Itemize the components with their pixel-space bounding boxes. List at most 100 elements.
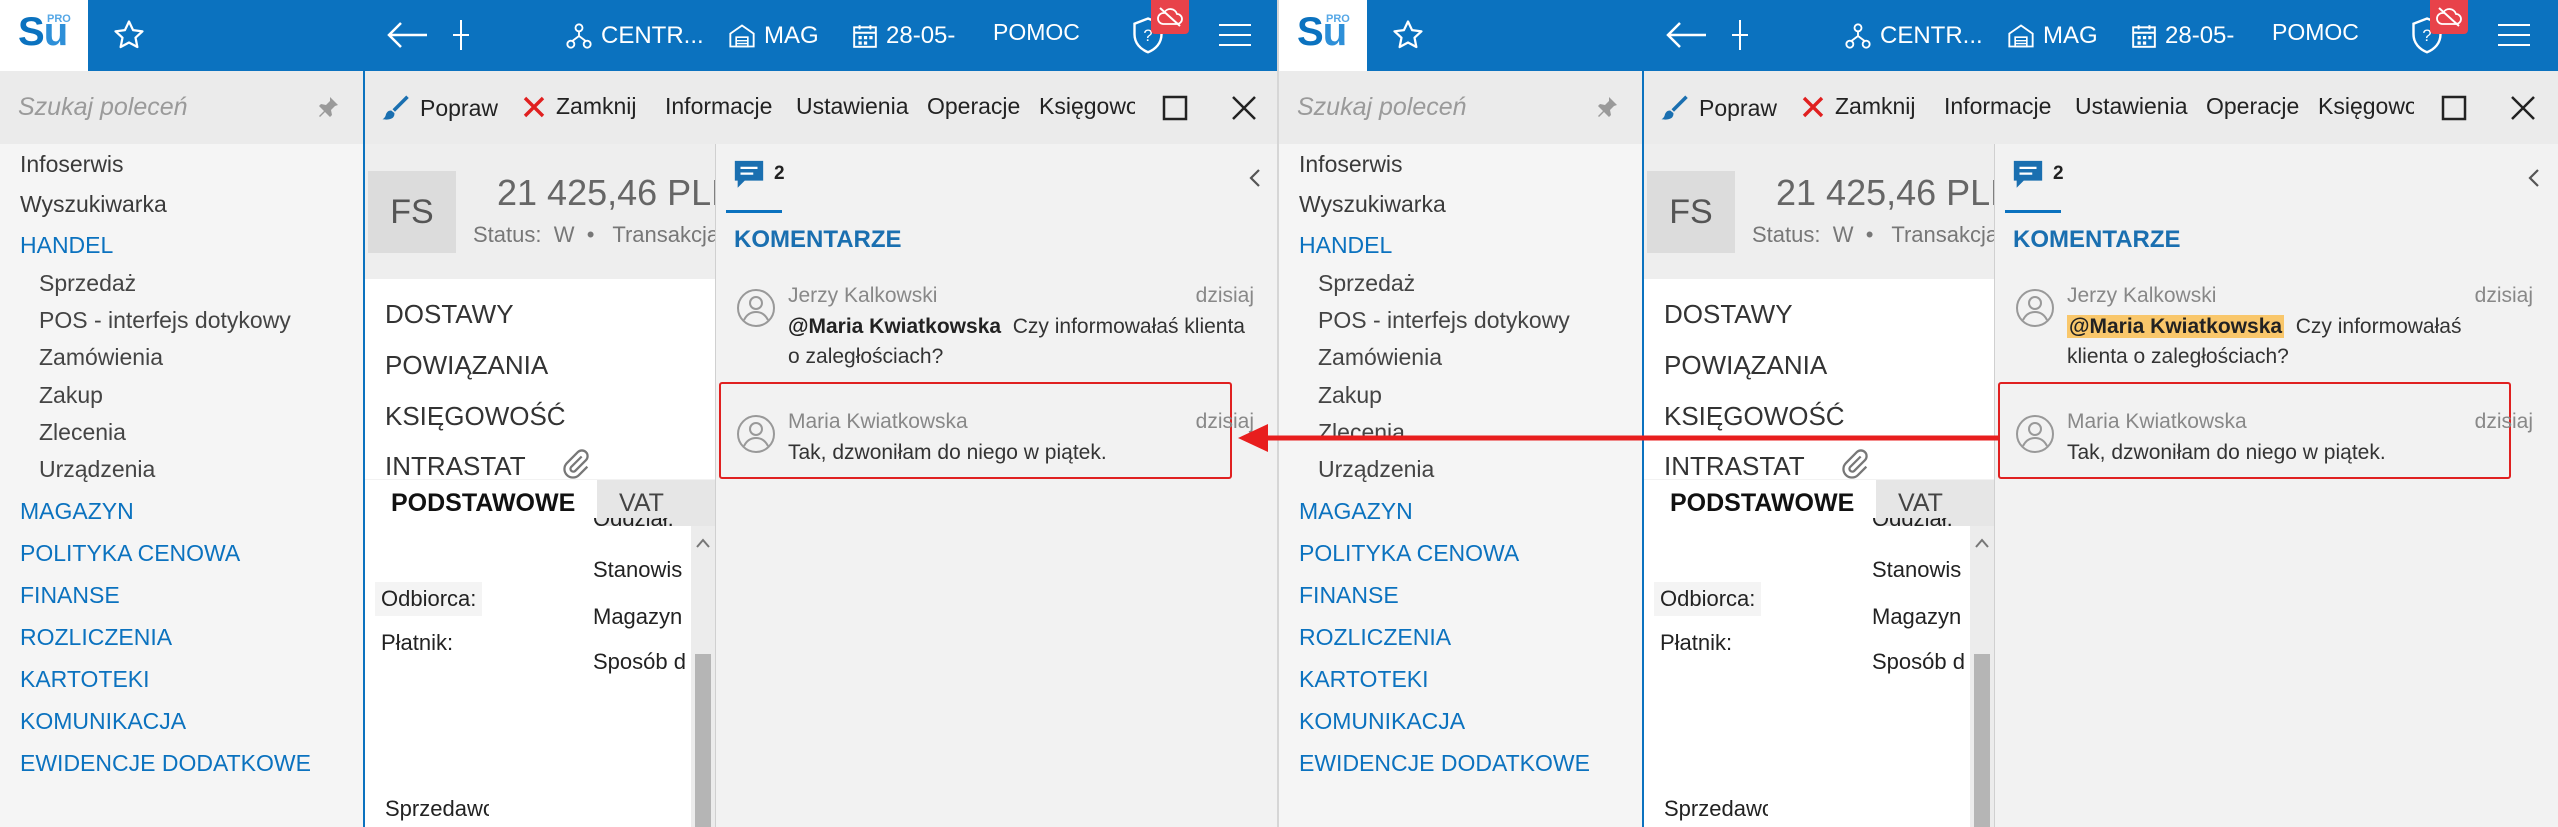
sidebar-item-zlecenia[interactable]: Zlecenia <box>39 419 126 446</box>
sidebar-item-magazyn[interactable]: MAGAZYN <box>1299 498 1413 525</box>
sidebar-item-sprzedaz[interactable]: Sprzedaż <box>1318 270 1415 297</box>
help-button[interactable]: POMOC <box>2272 19 2359 46</box>
section-intrastat[interactable]: INTRASTAT <box>385 451 526 482</box>
user-avatar-icon <box>2016 415 2054 453</box>
comment-mention-highlighted[interactable]: @Maria Kwiatkowska <box>2067 315 2285 338</box>
sidebar-item-pos[interactable]: POS - interfejs dotykowy <box>39 307 291 334</box>
operations-menu[interactable]: Operacje <box>2206 93 2299 120</box>
collapse-chevron-icon[interactable] <box>1248 168 1262 193</box>
warehouse-selector[interactable]: MAG <box>2007 22 2098 50</box>
scrollbar-thumb[interactable] <box>1974 654 1990 827</box>
sidebar-item-finanse[interactable]: FINANSE <box>1299 582 1399 609</box>
user-avatar-icon <box>2016 289 2054 327</box>
sidebar-item-urzadzenia[interactable]: Urządzenia <box>39 456 155 483</box>
cloud-offline-alert-icon[interactable] <box>1151 0 1189 34</box>
sidebar-item-zakup[interactable]: Zakup <box>1318 382 1382 409</box>
company-selector[interactable]: CENTR... <box>565 22 704 50</box>
maximize-icon[interactable] <box>1162 95 1188 126</box>
back-arrow-icon[interactable] <box>385 14 429 56</box>
sidebar-item-kartoteki[interactable]: KARTOTEKI <box>1299 666 1429 693</box>
date-selector[interactable]: 28-05- <box>2131 22 2234 50</box>
sidebar-item-ewidencje[interactable]: EWIDENCJE DODATKOWE <box>20 750 311 777</box>
sidebar-item-infoserwis[interactable]: Infoserwis <box>1299 151 1403 178</box>
accounting-menu[interactable]: Księgowoś <box>2318 93 2414 120</box>
app-logo[interactable]: Su PRO <box>0 0 88 71</box>
app-window-left: Su PRO CENTR... MAG 28-05- POMOC ? Szuka… <box>0 0 1279 827</box>
info-menu[interactable]: Informacje <box>1944 93 2051 120</box>
company-selector[interactable]: CENTR... <box>1844 22 1983 50</box>
sidebar-item-komunikacja[interactable]: KOMUNIKACJA <box>20 708 186 735</box>
sidebar-item-wyszukiwarka[interactable]: Wyszukiwarka <box>20 191 167 218</box>
close-window-icon[interactable] <box>1231 95 1257 126</box>
sidebar-item-kartoteki[interactable]: KARTOTEKI <box>20 666 150 693</box>
document-form: Oddział: Stanowis Odbiorca: Magazyn Płat… <box>365 518 715 827</box>
tab-podstawowe[interactable]: PODSTAWOWE <box>1644 480 1876 526</box>
hamburger-menu-icon[interactable] <box>1218 14 1252 56</box>
pin-icon[interactable] <box>1595 95 1619 124</box>
sidebar-item-komunikacja[interactable]: KOMUNIKACJA <box>1299 708 1465 735</box>
operations-menu[interactable]: Operacje <box>927 93 1020 120</box>
sidebar-item-rozliczenia[interactable]: ROZLICZENIA <box>20 624 172 651</box>
section-powiazania[interactable]: POWIĄZANIA <box>385 350 548 381</box>
app-logo[interactable]: Su PRO <box>1279 0 1367 71</box>
maximize-icon[interactable] <box>2441 95 2467 126</box>
section-powiazania[interactable]: POWIĄZANIA <box>1664 350 1827 381</box>
sidebar-item-ewidencje[interactable]: EWIDENCJE DODATKOWE <box>1299 750 1590 777</box>
sidebar-item-zamowienia[interactable]: Zamówienia <box>1318 344 1442 371</box>
sidebar-item-zamowienia[interactable]: Zamówienia <box>39 344 163 371</box>
add-plus-icon[interactable] <box>452 14 470 56</box>
sidebar-item-magazyn[interactable]: MAGAZYN <box>20 498 134 525</box>
sidebar-item-sprzedaz[interactable]: Sprzedaż <box>39 270 136 297</box>
date-selector[interactable]: 28-05- <box>852 22 955 50</box>
section-intrastat[interactable]: INTRASTAT <box>1664 451 1805 482</box>
edit-button[interactable]: Popraw <box>380 93 498 123</box>
edit-button[interactable]: Popraw <box>1659 93 1777 123</box>
tab-podstawowe[interactable]: PODSTAWOWE <box>365 480 597 526</box>
favorites-star-icon[interactable] <box>112 14 146 56</box>
settings-menu[interactable]: Ustawienia <box>796 93 909 120</box>
comments-tab[interactable]: 2 <box>732 158 785 197</box>
favorites-star-icon[interactable] <box>1391 14 1425 56</box>
close-document-button[interactable]: Zamknij <box>522 93 637 120</box>
section-dostawy[interactable]: DOSTAWY <box>385 299 514 330</box>
sidebar-item-urzadzenia[interactable]: Urządzenia <box>1318 456 1434 483</box>
accounting-menu[interactable]: Księgowoś <box>1039 93 1135 120</box>
sidebar-item-wyszukiwarka[interactable]: Wyszukiwarka <box>1299 191 1446 218</box>
comment-mention[interactable]: @Maria Kwiatkowska <box>788 315 1001 338</box>
document-type-badge: FS <box>368 171 456 253</box>
close-window-icon[interactable] <box>2510 95 2536 126</box>
sidebar-item-zlecenia[interactable]: Zlecenia <box>1318 419 1405 446</box>
sidebar-item-pos[interactable]: POS - interfejs dotykowy <box>1318 307 1570 334</box>
sidebar-item-handel[interactable]: HANDEL <box>1299 232 1392 259</box>
add-plus-icon[interactable] <box>1731 14 1749 56</box>
back-arrow-icon[interactable] <box>1664 14 1708 56</box>
comments-tab[interactable]: 2 <box>2011 158 2064 197</box>
scrollbar-thumb[interactable] <box>695 654 711 827</box>
scroll-up-chevron-icon[interactable] <box>1974 536 1990 554</box>
collapse-chevron-icon[interactable] <box>2527 168 2541 193</box>
settings-menu[interactable]: Ustawienia <box>2075 93 2188 120</box>
help-button[interactable]: POMOC <box>993 19 1080 46</box>
warehouse-selector[interactable]: MAG <box>728 22 819 50</box>
scroll-up-chevron-icon[interactable] <box>695 536 711 554</box>
command-search-input[interactable] <box>18 91 308 123</box>
cloud-offline-alert-icon[interactable] <box>2430 0 2468 34</box>
command-search-input[interactable] <box>1297 91 1587 123</box>
sidebar-item-finanse[interactable]: FINANSE <box>20 582 120 609</box>
document-amount: 21 425,46 PLN <box>497 172 715 213</box>
field-label-oddzial: Oddział: <box>1872 518 1953 531</box>
close-document-button[interactable]: Zamknij <box>1801 93 1916 120</box>
comment-item: Jerzy Kalkowski dzisiaj @Maria Kwiatkows… <box>2015 284 2539 374</box>
info-menu[interactable]: Informacje <box>665 93 772 120</box>
section-ksiegowosc[interactable]: KSIĘGOWOŚĆ <box>385 401 566 432</box>
pin-icon[interactable] <box>316 95 340 124</box>
section-ksiegowosc[interactable]: KSIĘGOWOŚĆ <box>1664 401 1845 432</box>
sidebar-item-zakup[interactable]: Zakup <box>39 382 103 409</box>
section-dostawy[interactable]: DOSTAWY <box>1664 299 1793 330</box>
hamburger-menu-icon[interactable] <box>2497 14 2531 56</box>
sidebar-item-polityka-cenowa[interactable]: POLITYKA CENOWA <box>20 540 240 567</box>
sidebar-item-handel[interactable]: HANDEL <box>20 232 113 259</box>
sidebar-item-infoserwis[interactable]: Infoserwis <box>20 151 124 178</box>
sidebar-item-rozliczenia[interactable]: ROZLICZENIA <box>1299 624 1451 651</box>
sidebar-item-polityka-cenowa[interactable]: POLITYKA CENOWA <box>1299 540 1519 567</box>
